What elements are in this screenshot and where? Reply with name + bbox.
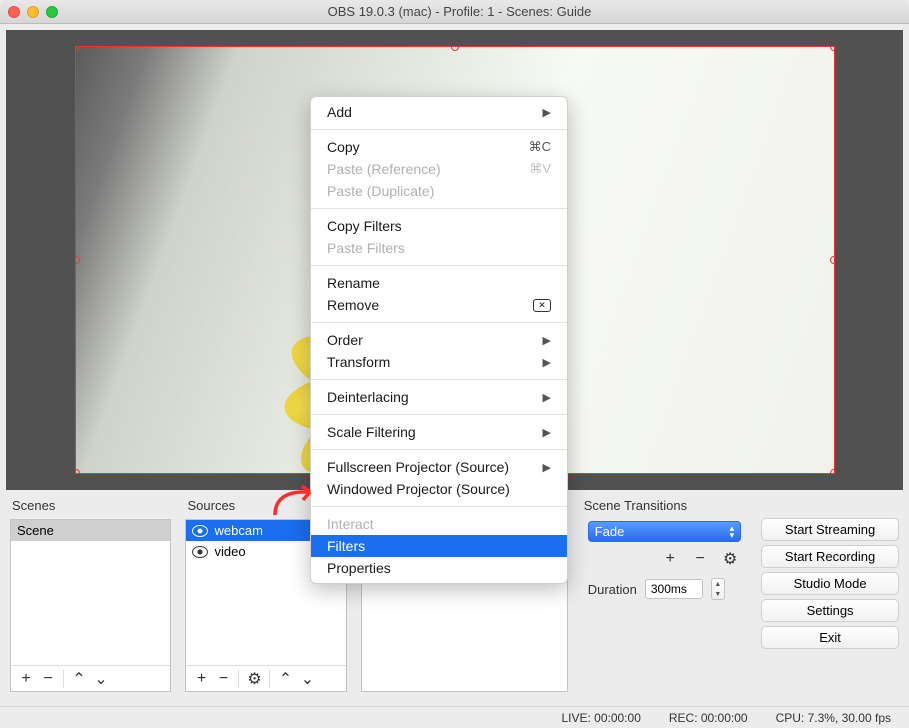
menu-separator xyxy=(311,449,567,450)
menu-item-label: Copy xyxy=(327,139,360,155)
menu-item-label: Paste Filters xyxy=(327,240,405,256)
transition-settings-button[interactable] xyxy=(719,548,741,570)
menu-item-copy-filters[interactable]: Copy Filters xyxy=(311,215,567,237)
menu-item-label: Filters xyxy=(327,538,365,554)
menu-item-label: Paste (Duplicate) xyxy=(327,183,434,199)
menu-item-label: Transform xyxy=(327,354,390,370)
menu-item-transform[interactable]: Transform ▶ xyxy=(311,351,567,373)
menu-item-label: Fullscreen Projector (Source) xyxy=(327,459,509,475)
menu-shortcut: ⌘C xyxy=(529,139,551,155)
menu-item-label: Properties xyxy=(327,560,391,576)
menu-item-rename[interactable]: Rename xyxy=(311,272,567,294)
menu-item-label: Windowed Projector (Source) xyxy=(327,481,510,497)
menu-separator xyxy=(311,379,567,380)
submenu-arrow-icon: ▶ xyxy=(543,356,551,369)
status-cpu: CPU: 7.3%, 30.00 fps xyxy=(776,711,891,725)
menu-separator xyxy=(311,506,567,507)
visibility-toggle-icon[interactable] xyxy=(192,546,208,558)
menu-item-label: Rename xyxy=(327,275,380,291)
move-source-up-button[interactable]: ⌃ xyxy=(274,668,296,690)
status-rec: REC: 00:00:00 xyxy=(669,711,748,725)
submenu-arrow-icon: ▶ xyxy=(543,106,551,119)
add-source-button[interactable]: + xyxy=(190,668,212,690)
menu-item-properties[interactable]: Properties xyxy=(311,557,567,579)
source-name: webcam xyxy=(214,523,262,538)
start-recording-button[interactable]: Start Recording xyxy=(761,545,899,568)
settings-button[interactable]: Settings xyxy=(761,599,899,622)
menu-item-add[interactable]: Add ▶ xyxy=(311,101,567,123)
transitions-header: Scene Transitions xyxy=(582,498,747,513)
source-properties-button[interactable] xyxy=(243,668,265,690)
select-chevrons-icon: ▴▾ xyxy=(730,525,735,539)
menu-item-label: Interact xyxy=(327,516,374,532)
add-transition-button[interactable]: + xyxy=(659,548,681,570)
move-scene-up-button[interactable]: ⌃ xyxy=(68,668,90,690)
scenes-header: Scenes xyxy=(10,498,171,513)
sources-toolbar: + − ⌃ ⌄ xyxy=(186,665,345,691)
duration-stepper[interactable]: ▲▼ xyxy=(711,578,725,600)
source-name: video xyxy=(214,544,245,559)
titlebar: OBS 19.0.3 (mac) - Profile: 1 - Scenes: … xyxy=(0,0,909,24)
controls-column: Start Streaming Start Recording Studio M… xyxy=(761,518,899,692)
menu-separator xyxy=(311,208,567,209)
menu-separator xyxy=(311,129,567,130)
menu-item-paste-filters: Paste Filters xyxy=(311,237,567,259)
remove-scene-button[interactable]: − xyxy=(37,668,59,690)
add-scene-button[interactable]: + xyxy=(15,668,37,690)
studio-mode-button[interactable]: Studio Mode xyxy=(761,572,899,595)
exit-button[interactable]: Exit xyxy=(761,626,899,649)
move-source-down-button[interactable]: ⌄ xyxy=(296,668,318,690)
menu-item-scale-filtering[interactable]: Scale Filtering ▶ xyxy=(311,421,567,443)
menu-item-paste-reference: Paste (Reference) ⌘V xyxy=(311,158,567,180)
menu-separator xyxy=(311,322,567,323)
submenu-arrow-icon: ▶ xyxy=(543,391,551,404)
visibility-toggle-icon[interactable] xyxy=(192,525,208,537)
menu-item-windowed-projector-source[interactable]: Windowed Projector (Source) xyxy=(311,478,567,500)
menu-item-fullscreen-projector-source[interactable]: Fullscreen Projector (Source) ▶ xyxy=(311,456,567,478)
start-streaming-button[interactable]: Start Streaming xyxy=(761,518,899,541)
submenu-arrow-icon: ▶ xyxy=(543,461,551,474)
transition-select-value: Fade xyxy=(595,524,625,539)
menu-item-label: Paste (Reference) xyxy=(327,161,441,177)
source-context-menu: Add ▶ Copy ⌘C Paste (Reference) ⌘V Paste (Dupl… xyxy=(310,96,568,584)
menu-item-label: Add xyxy=(327,104,352,120)
scenes-toolbar: + − ⌃ ⌄ xyxy=(11,665,170,691)
menu-separator xyxy=(311,414,567,415)
status-live: LIVE: 00:00:00 xyxy=(561,711,640,725)
scenes-panel: Scene + − ⌃ ⌄ xyxy=(10,519,171,692)
menu-item-label: Order xyxy=(327,332,363,348)
window-title: OBS 19.0.3 (mac) - Profile: 1 - Scenes: … xyxy=(18,4,901,19)
menu-item-paste-duplicate: Paste (Duplicate) xyxy=(311,180,567,202)
menu-item-label: Deinterlacing xyxy=(327,389,409,405)
remove-transition-button[interactable]: − xyxy=(689,548,711,570)
transition-select[interactable]: Fade ▴▾ xyxy=(588,521,741,542)
transition-duration-input[interactable] xyxy=(645,579,703,599)
submenu-arrow-icon: ▶ xyxy=(543,334,551,347)
menu-item-label: Copy Filters xyxy=(327,218,402,234)
menu-item-filters[interactable]: Filters xyxy=(311,535,567,557)
status-bar: LIVE: 00:00:00 REC: 00:00:00 CPU: 7.3%, … xyxy=(0,706,909,728)
erase-icon: ✕ xyxy=(533,299,551,312)
menu-item-remove[interactable]: Remove ✕ xyxy=(311,294,567,316)
menu-item-order[interactable]: Order ▶ xyxy=(311,329,567,351)
menu-separator xyxy=(311,265,567,266)
menu-item-copy[interactable]: Copy ⌘C xyxy=(311,136,567,158)
move-scene-down-button[interactable]: ⌄ xyxy=(90,668,112,690)
menu-item-interact: Interact xyxy=(311,513,567,535)
menu-shortcut: ⌘V xyxy=(529,161,551,177)
scene-list-item[interactable]: Scene xyxy=(11,520,170,541)
menu-item-label: Scale Filtering xyxy=(327,424,416,440)
submenu-arrow-icon: ▶ xyxy=(543,426,551,439)
menu-item-label: Remove xyxy=(327,297,379,313)
duration-label: Duration xyxy=(588,582,637,597)
remove-source-button[interactable]: − xyxy=(212,668,234,690)
menu-item-deinterlacing[interactable]: Deinterlacing ▶ xyxy=(311,386,567,408)
